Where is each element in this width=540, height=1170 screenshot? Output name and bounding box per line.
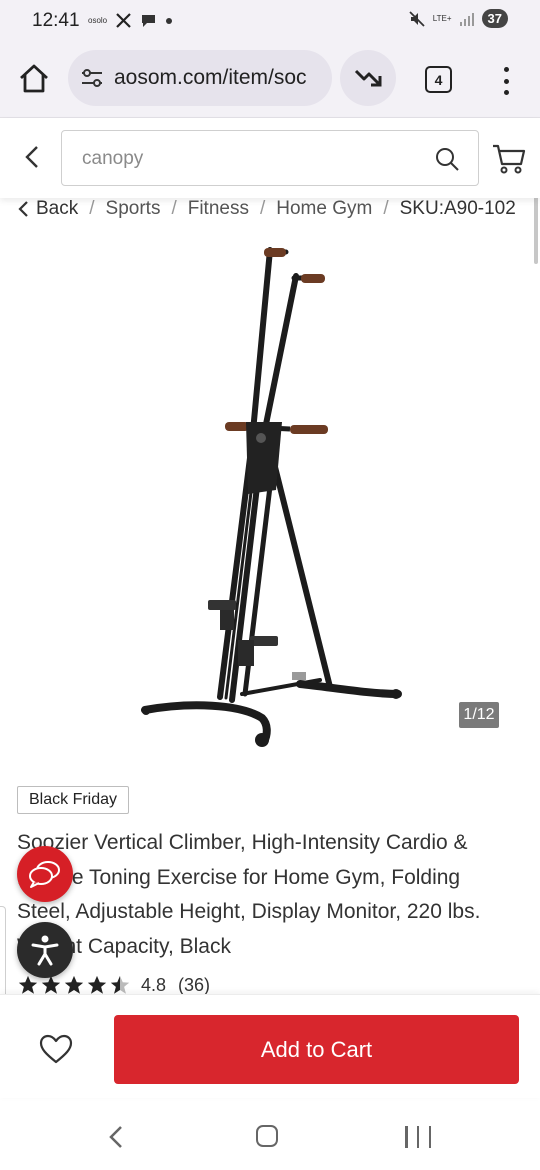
breadcrumb-item-sports[interactable]: Sports bbox=[106, 198, 161, 220]
price-trend-icon bbox=[354, 69, 382, 87]
back-chevron-icon[interactable] bbox=[20, 142, 44, 172]
breadcrumb-separator: / bbox=[259, 198, 266, 219]
mute-icon bbox=[409, 10, 425, 27]
search-input[interactable]: canopy bbox=[61, 130, 479, 186]
dot-icon bbox=[166, 17, 173, 24]
chat-bubble-icon bbox=[142, 15, 156, 27]
site-search-header: canopy bbox=[0, 118, 540, 198]
chat-bubbles-icon bbox=[29, 861, 60, 888]
star-full-icon bbox=[64, 975, 84, 994]
url-text: aosom.com/item/soc bbox=[114, 66, 307, 89]
carrier-label: osolo bbox=[88, 16, 108, 25]
accessibility-icon bbox=[31, 935, 59, 966]
status-icons-left: osolo bbox=[88, 12, 173, 29]
breadcrumb-sku: SKU:A90-102 bbox=[399, 198, 516, 219]
breadcrumb-item-fitness[interactable]: Fitness bbox=[188, 198, 249, 220]
price-trend-button[interactable] bbox=[340, 50, 396, 106]
more-vert-icon[interactable] bbox=[494, 64, 518, 98]
site-settings-icon[interactable] bbox=[80, 67, 104, 89]
star-full-icon bbox=[18, 975, 38, 994]
search-icon[interactable] bbox=[434, 146, 460, 172]
breadcrumb: Back / Sports / Fitness / Home Gym / SKU… bbox=[16, 196, 516, 222]
tab-switcher-button[interactable]: 4 bbox=[425, 66, 452, 93]
star-rating bbox=[17, 974, 131, 996]
network-label: LTE+ bbox=[432, 14, 452, 23]
home-icon[interactable] bbox=[17, 62, 51, 96]
breadcrumb-back-label: Back bbox=[36, 198, 79, 219]
star-half-icon bbox=[110, 975, 130, 994]
signal-icon bbox=[459, 12, 474, 26]
star-full-icon bbox=[87, 975, 107, 994]
wishlist-heart-icon[interactable] bbox=[38, 1033, 74, 1065]
status-icons-right: LTE+ 37 bbox=[408, 9, 508, 28]
breadcrumb-back-link[interactable]: Back bbox=[16, 198, 78, 220]
nav-recents-icon[interactable] bbox=[405, 1126, 431, 1148]
add-to-cart-button[interactable]: Add to Cart bbox=[114, 1015, 519, 1084]
battery-indicator: 37 bbox=[481, 9, 508, 28]
search-placeholder: canopy bbox=[82, 148, 144, 169]
live-chat-button[interactable] bbox=[17, 846, 73, 902]
browser-toolbar: aosom.com/item/soc 4 bbox=[0, 42, 540, 118]
review-count[interactable]: (36) bbox=[178, 975, 210, 996]
system-nav-bar bbox=[0, 1098, 540, 1170]
chevron-left-icon bbox=[18, 201, 28, 217]
promo-badge: Black Friday bbox=[17, 786, 130, 814]
product-image-vertical-climber[interactable] bbox=[0, 232, 540, 762]
url-bar[interactable]: aosom.com/item/soc bbox=[68, 50, 332, 106]
gallery-counter: 1/12 bbox=[459, 702, 499, 728]
breadcrumb-separator: / bbox=[171, 198, 177, 219]
accessibility-button[interactable] bbox=[17, 922, 73, 978]
product-title: Soozier Vertical Climber, High-Intensity… bbox=[17, 831, 481, 958]
breadcrumb-separator: / bbox=[383, 198, 389, 219]
breadcrumb-item-home-gym[interactable]: Home Gym bbox=[276, 198, 372, 220]
breadcrumb-separator: / bbox=[89, 198, 95, 219]
status-bar: 12:41 osolo LTE+ 37 bbox=[0, 0, 540, 42]
rating-value: 4.8 bbox=[141, 974, 167, 995]
nav-home-icon[interactable] bbox=[256, 1125, 278, 1147]
cart-icon[interactable] bbox=[491, 142, 527, 176]
status-time: 12:41 bbox=[32, 10, 80, 31]
bottom-action-bar: Add to Cart bbox=[0, 994, 540, 1098]
x-logo-icon bbox=[116, 13, 131, 28]
nav-back-icon[interactable] bbox=[105, 1124, 127, 1150]
